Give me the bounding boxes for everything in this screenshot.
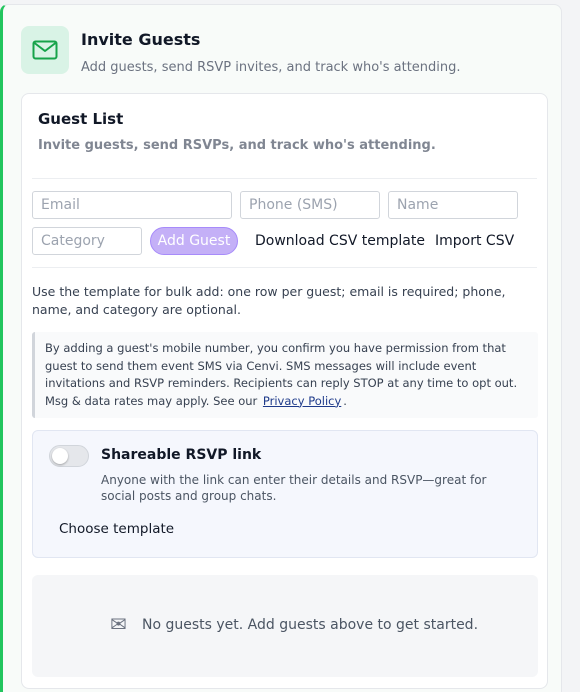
- guest-list-title: Guest List: [38, 110, 124, 128]
- shareable-rsvp-title: Shareable RSVP link: [101, 447, 262, 463]
- divider: [32, 267, 537, 268]
- toggle-knob: [52, 448, 68, 464]
- divider: [32, 178, 537, 179]
- guest-list-card: Guest List Invite guests, send RSVPs, an…: [21, 93, 548, 689]
- download-csv-template-button[interactable]: Download CSV template: [255, 227, 425, 255]
- page-subtitle: Add guests, send RSVP invites, and track…: [81, 60, 461, 75]
- category-field[interactable]: [32, 227, 142, 255]
- email-field[interactable]: [32, 191, 232, 219]
- phone-field[interactable]: [240, 191, 380, 219]
- template-note: Use the template for bulk add: one row p…: [32, 284, 506, 317]
- add-guest-button[interactable]: Add Guest: [150, 227, 238, 255]
- shareable-rsvp-card: Shareable RSVP link Anyone with the link…: [32, 430, 538, 558]
- name-field[interactable]: [388, 191, 518, 219]
- mail-icon: [21, 26, 69, 74]
- shareable-rsvp-description: Anyone with the link can enter their det…: [101, 473, 487, 503]
- consent-suffix: .: [343, 393, 347, 408]
- choose-template-button[interactable]: Choose template: [59, 521, 174, 537]
- empty-state-text: No guests yet. Add guests above to get s…: [142, 617, 479, 633]
- privacy-policy-link[interactable]: Privacy Policy: [263, 394, 341, 408]
- sms-consent-notice: By adding a guest's mobile number, you c…: [32, 332, 538, 418]
- guest-list-subtitle: Invite guests, send RSVPs, and track who…: [38, 138, 436, 153]
- page-title: Invite Guests: [81, 30, 201, 49]
- invite-guests-card: Invite Guests Add guests, send RSVP invi…: [0, 4, 562, 692]
- shareable-rsvp-toggle[interactable]: [49, 445, 89, 467]
- import-csv-button[interactable]: Import CSV: [435, 227, 514, 255]
- envelope-icon: ✉: [110, 612, 127, 636]
- empty-guest-list: ✉ No guests yet. Add guests above to get…: [32, 575, 538, 677]
